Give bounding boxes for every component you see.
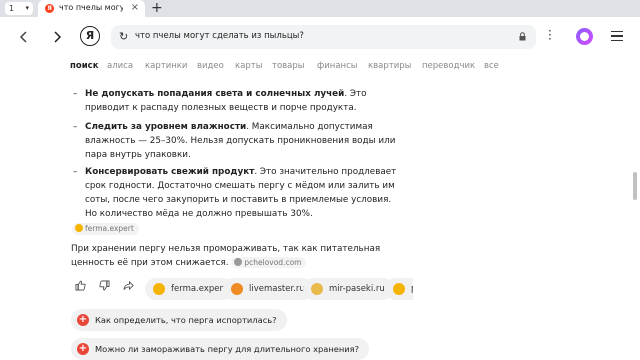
related-question[interactable]: + Можно ли замораживать пергу для длитель… <box>71 338 370 360</box>
ferma-favicon-icon <box>153 283 165 295</box>
tab-finance[interactable]: финансы <box>317 61 358 71</box>
tab-count: 1 <box>9 4 15 13</box>
related-question[interactable]: + Как определить, что перга испортилась? <box>71 309 287 331</box>
tab-maps[interactable]: карты <box>235 61 262 71</box>
yandex-logo-icon[interactable]: Я <box>80 26 100 46</box>
yandex-favicon-icon: Я <box>45 4 54 13</box>
plus-icon: + <box>77 314 89 326</box>
livemaster-favicon-icon <box>231 283 243 295</box>
tab-images[interactable]: картинки <box>145 61 187 71</box>
source-chip[interactable]: mir-paseki.ru <box>303 278 394 300</box>
source-favicon-icon <box>393 283 405 295</box>
bullet-heading: Консервировать свежий продукт <box>85 167 255 177</box>
ferma-favicon-icon <box>75 224 83 232</box>
pchelovod-favicon-icon <box>234 258 243 266</box>
source-chip[interactable]: pc <box>385 278 413 300</box>
forward-arrow-icon[interactable] <box>50 30 64 44</box>
tab-video[interactable]: видео <box>197 61 224 71</box>
alice-assistant-icon[interactable] <box>576 28 593 45</box>
tab-translator[interactable]: переводчик <box>422 61 475 71</box>
mir-paseki-favicon-icon <box>311 283 323 295</box>
browser-toolbar: Я ↻ что пчелы могут сделать из пыльцы? ·… <box>0 17 640 57</box>
source-chip[interactable]: ferma.expert <box>145 278 236 300</box>
chevron-down-icon: ▾ <box>25 4 29 12</box>
bullet-heading: Не допускать попадания света и солнечных… <box>85 89 345 99</box>
bullet-heading: Следить за уровнем влажности <box>85 122 247 132</box>
tab-products[interactable]: товары <box>272 61 304 71</box>
browser-tab[interactable]: Я что пчелы могут сделать из пыльцы? × <box>38 0 145 17</box>
address-text[interactable]: что пчелы могут сделать из пыльцы? <box>135 31 304 41</box>
thumbs-down-icon[interactable] <box>95 280 113 298</box>
reload-icon[interactable]: ↻ <box>119 30 128 43</box>
page-scrollbar[interactable] <box>633 172 637 200</box>
tab-strip: 1 ▾ Я что пчелы могут сделать из пыльцы?… <box>0 0 640 17</box>
tab-title: что пчелы могут сделать из пыльцы? <box>59 3 123 12</box>
source-link[interactable]: ferma.expert <box>72 223 139 235</box>
new-tab-plus-icon[interactable]: + <box>151 0 163 16</box>
lock-icon[interactable] <box>519 32 526 41</box>
tab-realty[interactable]: квартиры <box>368 61 411 71</box>
source-chip[interactable]: livemaster.ru <box>223 278 314 300</box>
tab-all[interactable]: все <box>484 61 499 71</box>
thumbs-up-icon[interactable] <box>71 280 89 298</box>
tab-search[interactable]: поиск <box>70 61 98 71</box>
tab-counter-button[interactable]: 1 ▾ <box>5 2 33 15</box>
answer-card: – Не допускать попадания света и солнечн… <box>68 77 413 360</box>
answer-actions: ferma.expert livemaster.ru mir-paseki.ru… <box>71 278 413 300</box>
share-icon[interactable] <box>119 280 137 298</box>
back-arrow-icon[interactable] <box>17 30 31 44</box>
answer-paragraph: При хранении пергу нельзя промораживать,… <box>71 244 381 268</box>
hamburger-menu-icon[interactable] <box>611 31 623 44</box>
tab-alice[interactable]: алиса <box>107 61 133 71</box>
close-tab-icon[interactable]: × <box>131 2 139 13</box>
address-bar[interactable]: ↻ что пчелы могут сделать из пыльцы? <box>111 25 536 49</box>
plus-icon: + <box>77 343 89 355</box>
search-tabs: поиск алиса картинки видео карты товары … <box>0 57 640 77</box>
source-link[interactable]: pchelovod.com <box>231 257 307 268</box>
more-menu-icon[interactable]: · · · <box>548 25 552 45</box>
